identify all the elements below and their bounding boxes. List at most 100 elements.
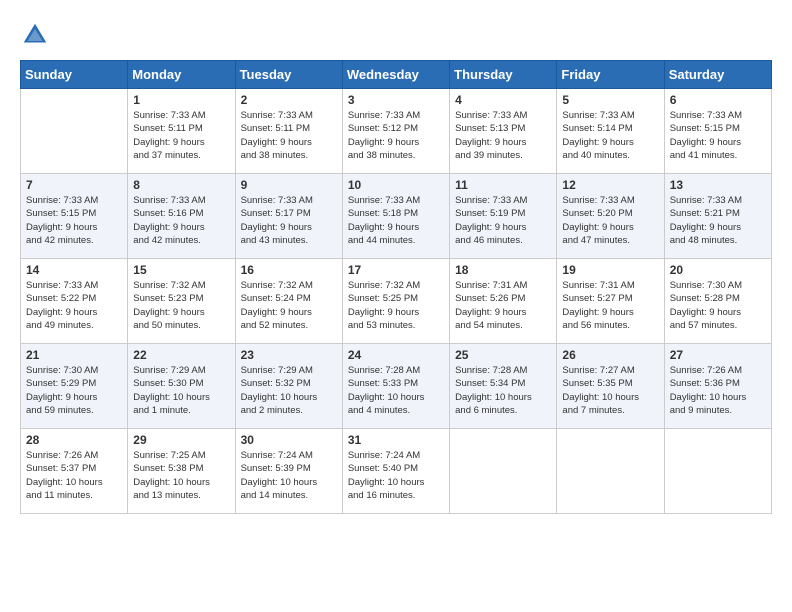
day-number: 24 <box>348 348 444 362</box>
calendar-cell: 17Sunrise: 7:32 AMSunset: 5:25 PMDayligh… <box>342 259 449 344</box>
day-number: 9 <box>241 178 337 192</box>
day-info-line: Daylight: 10 hours <box>241 391 337 404</box>
day-info-line: Daylight: 9 hours <box>455 136 551 149</box>
day-info-line: Sunrise: 7:33 AM <box>670 109 766 122</box>
day-number: 19 <box>562 263 658 277</box>
day-info-line: Daylight: 10 hours <box>133 476 229 489</box>
day-info-line: Sunset: 5:12 PM <box>348 122 444 135</box>
day-info-line: and 6 minutes. <box>455 404 551 417</box>
calendar-cell: 23Sunrise: 7:29 AMSunset: 5:32 PMDayligh… <box>235 344 342 429</box>
day-number: 25 <box>455 348 551 362</box>
day-info-line: Sunset: 5:37 PM <box>26 462 122 475</box>
calendar-cell <box>664 429 771 514</box>
day-info-line: Daylight: 10 hours <box>241 476 337 489</box>
day-info-line: Sunset: 5:28 PM <box>670 292 766 305</box>
day-info-line: Sunset: 5:16 PM <box>133 207 229 220</box>
day-info-line: Sunrise: 7:33 AM <box>455 109 551 122</box>
day-info-line: Sunrise: 7:33 AM <box>26 194 122 207</box>
day-number: 15 <box>133 263 229 277</box>
day-info-line: Daylight: 9 hours <box>241 136 337 149</box>
calendar-cell: 18Sunrise: 7:31 AMSunset: 5:26 PMDayligh… <box>450 259 557 344</box>
day-number: 14 <box>26 263 122 277</box>
day-info-line: and 14 minutes. <box>241 489 337 502</box>
day-info-line: Daylight: 10 hours <box>670 391 766 404</box>
day-info-line: Sunrise: 7:33 AM <box>562 194 658 207</box>
day-info-line: Sunrise: 7:32 AM <box>241 279 337 292</box>
day-info-line: and 46 minutes. <box>455 234 551 247</box>
calendar-cell: 8Sunrise: 7:33 AMSunset: 5:16 PMDaylight… <box>128 174 235 259</box>
weekday-header-friday: Friday <box>557 61 664 89</box>
day-number: 26 <box>562 348 658 362</box>
calendar-cell: 6Sunrise: 7:33 AMSunset: 5:15 PMDaylight… <box>664 89 771 174</box>
calendar-cell <box>450 429 557 514</box>
day-info-line: Sunrise: 7:33 AM <box>348 109 444 122</box>
day-info-line: Sunrise: 7:27 AM <box>562 364 658 377</box>
day-info-line: and 39 minutes. <box>455 149 551 162</box>
weekday-header-sunday: Sunday <box>21 61 128 89</box>
header <box>20 20 772 50</box>
day-info-line: and 54 minutes. <box>455 319 551 332</box>
day-info-line: Sunset: 5:19 PM <box>455 207 551 220</box>
day-info-line: Daylight: 9 hours <box>348 221 444 234</box>
calendar-cell: 14Sunrise: 7:33 AMSunset: 5:22 PMDayligh… <box>21 259 128 344</box>
day-info-line: Daylight: 10 hours <box>348 391 444 404</box>
day-info-line: Sunrise: 7:25 AM <box>133 449 229 462</box>
day-info-line: Sunset: 5:40 PM <box>348 462 444 475</box>
day-info-line: Sunrise: 7:29 AM <box>133 364 229 377</box>
day-number: 22 <box>133 348 229 362</box>
day-info-line: Sunrise: 7:31 AM <box>562 279 658 292</box>
calendar-cell: 21Sunrise: 7:30 AMSunset: 5:29 PMDayligh… <box>21 344 128 429</box>
day-number: 30 <box>241 433 337 447</box>
calendar-cell: 26Sunrise: 7:27 AMSunset: 5:35 PMDayligh… <box>557 344 664 429</box>
calendar-cell <box>21 89 128 174</box>
weekday-header-saturday: Saturday <box>664 61 771 89</box>
calendar-cell: 28Sunrise: 7:26 AMSunset: 5:37 PMDayligh… <box>21 429 128 514</box>
day-info-line: and 44 minutes. <box>348 234 444 247</box>
day-info-line: Daylight: 9 hours <box>241 221 337 234</box>
day-info-line: and 43 minutes. <box>241 234 337 247</box>
day-info-line: Sunset: 5:32 PM <box>241 377 337 390</box>
day-number: 12 <box>562 178 658 192</box>
weekday-header-wednesday: Wednesday <box>342 61 449 89</box>
calendar-cell: 31Sunrise: 7:24 AMSunset: 5:40 PMDayligh… <box>342 429 449 514</box>
day-number: 2 <box>241 93 337 107</box>
calendar-cell: 13Sunrise: 7:33 AMSunset: 5:21 PMDayligh… <box>664 174 771 259</box>
day-info-line: and 2 minutes. <box>241 404 337 417</box>
calendar-cell: 12Sunrise: 7:33 AMSunset: 5:20 PMDayligh… <box>557 174 664 259</box>
calendar-cell: 19Sunrise: 7:31 AMSunset: 5:27 PMDayligh… <box>557 259 664 344</box>
day-number: 7 <box>26 178 122 192</box>
weekday-header-tuesday: Tuesday <box>235 61 342 89</box>
day-info-line: and 16 minutes. <box>348 489 444 502</box>
day-info-line: Daylight: 9 hours <box>455 306 551 319</box>
day-info-line: Daylight: 9 hours <box>348 136 444 149</box>
day-info-line: Sunset: 5:15 PM <box>26 207 122 220</box>
day-info-line: Sunrise: 7:33 AM <box>241 109 337 122</box>
day-info-line: Sunset: 5:36 PM <box>670 377 766 390</box>
calendar-cell: 25Sunrise: 7:28 AMSunset: 5:34 PMDayligh… <box>450 344 557 429</box>
day-info-line: Sunset: 5:22 PM <box>26 292 122 305</box>
calendar-cell <box>557 429 664 514</box>
day-info-line: and 53 minutes. <box>348 319 444 332</box>
logo <box>20 20 54 50</box>
day-info-line: Sunset: 5:25 PM <box>348 292 444 305</box>
day-info-line: and 38 minutes. <box>348 149 444 162</box>
day-number: 28 <box>26 433 122 447</box>
day-info-line: and 11 minutes. <box>26 489 122 502</box>
day-number: 27 <box>670 348 766 362</box>
calendar-cell: 3Sunrise: 7:33 AMSunset: 5:12 PMDaylight… <box>342 89 449 174</box>
day-info-line: Sunset: 5:30 PM <box>133 377 229 390</box>
day-number: 31 <box>348 433 444 447</box>
day-info-line: Sunset: 5:18 PM <box>348 207 444 220</box>
day-info-line: Daylight: 9 hours <box>241 306 337 319</box>
day-info-line: Daylight: 9 hours <box>455 221 551 234</box>
day-info-line: and 42 minutes. <box>26 234 122 247</box>
day-info-line: Sunset: 5:29 PM <box>26 377 122 390</box>
weekday-header-thursday: Thursday <box>450 61 557 89</box>
day-info-line: and 40 minutes. <box>562 149 658 162</box>
day-info-line: Sunrise: 7:33 AM <box>562 109 658 122</box>
day-info-line: Sunset: 5:33 PM <box>348 377 444 390</box>
day-info-line: Daylight: 9 hours <box>562 306 658 319</box>
day-info-line: Sunset: 5:39 PM <box>241 462 337 475</box>
day-info-line: Sunset: 5:14 PM <box>562 122 658 135</box>
day-info-line: Daylight: 9 hours <box>562 221 658 234</box>
